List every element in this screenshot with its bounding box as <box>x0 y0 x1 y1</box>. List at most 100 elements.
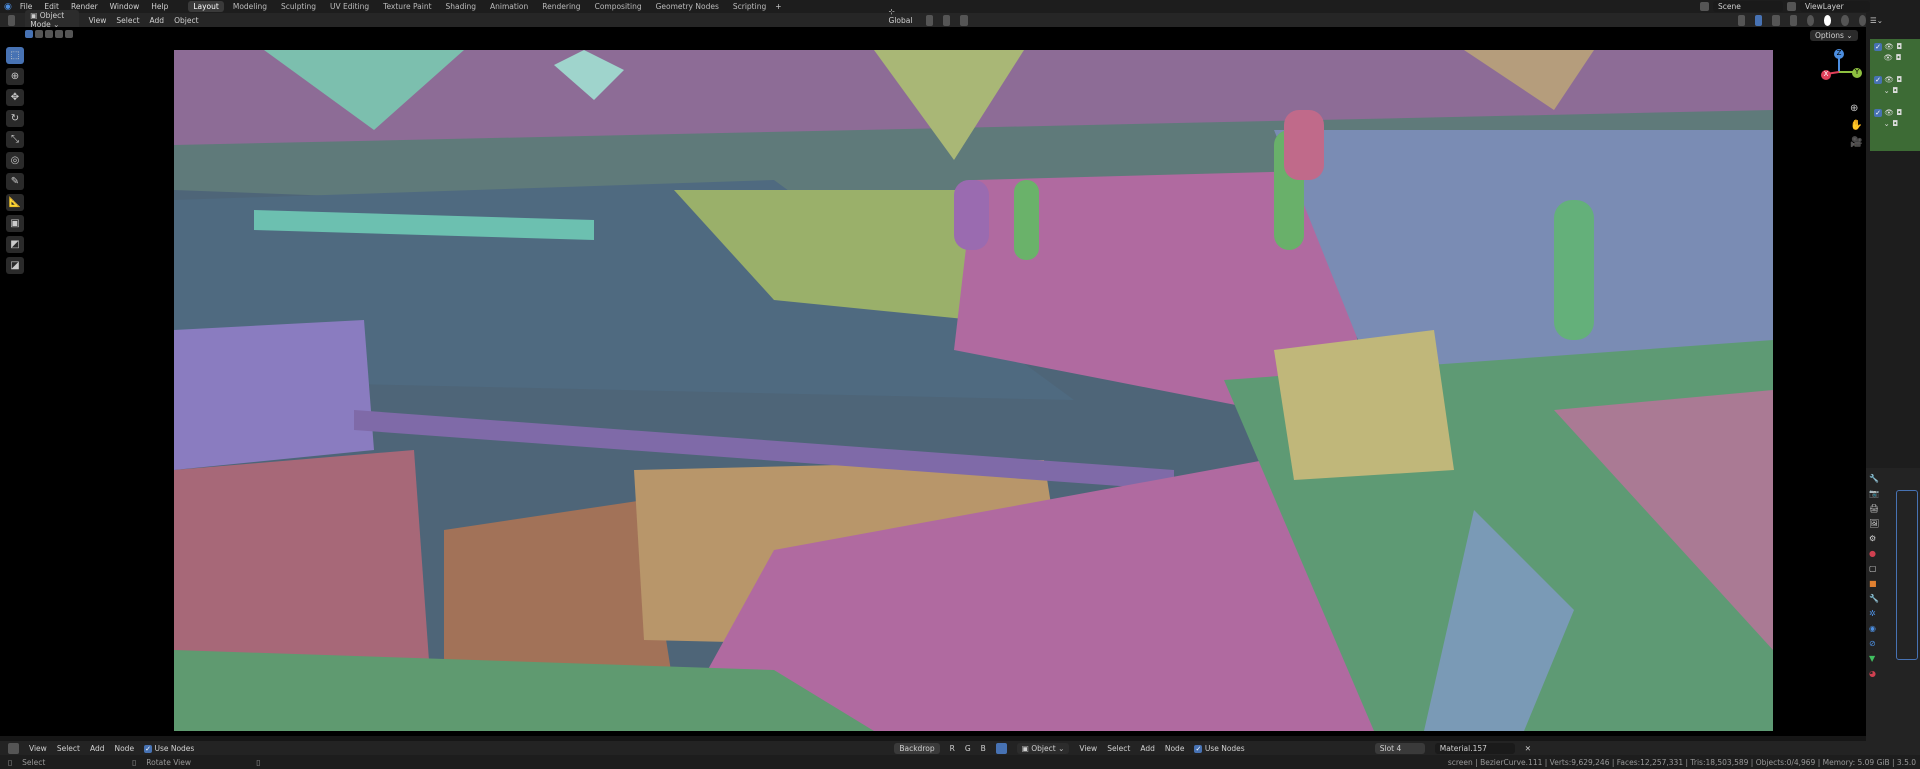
use-nodes-checkbox-2[interactable]: ✓ Use Nodes <box>1194 744 1245 753</box>
outliner-row[interactable]: ⌄ ◘ <box>1874 118 1916 129</box>
pivot-icon[interactable] <box>925 14 934 26</box>
rotate-tool[interactable]: ↻ <box>6 110 24 127</box>
camera-icon[interactable]: 🎥 <box>1850 134 1862 151</box>
tab-texture-paint[interactable]: Texture Paint <box>378 1 436 12</box>
tab-scripting[interactable]: Scripting <box>728 1 771 12</box>
gizmo-toggle-icon[interactable] <box>1754 14 1763 26</box>
tab-uv-editing[interactable]: UV Editing <box>325 1 374 12</box>
menu-add[interactable]: Add <box>150 16 165 25</box>
menu-node-2[interactable]: Node <box>1165 744 1185 753</box>
modifier-props-icon[interactable]: 🔧 <box>1869 594 1879 603</box>
tab-geometry-nodes[interactable]: Geometry Nodes <box>651 1 724 12</box>
outliner-row[interactable]: ⌄ ◘ <box>1874 85 1916 96</box>
modifier-panel[interactable] <box>1896 490 1918 660</box>
shading-solid-icon[interactable] <box>1824 14 1832 26</box>
outliner-row[interactable]: ✓ 👁 ◘ <box>1874 74 1916 85</box>
menu-view-2[interactable]: View <box>1079 744 1097 753</box>
backdrop-button[interactable]: Backdrop <box>894 742 940 754</box>
menu-node[interactable]: Node <box>114 744 134 753</box>
shear-tool[interactable]: ◩ <box>6 236 24 253</box>
output-props-icon[interactable]: 🖨 <box>1869 504 1879 513</box>
overlay-icon[interactable] <box>995 742 1007 754</box>
menu-object[interactable]: Object <box>174 16 198 25</box>
outliner-row[interactable]: 👁 ◘ <box>1874 52 1916 63</box>
menu-add[interactable]: Add <box>90 744 105 753</box>
select-invert-icon[interactable] <box>55 30 63 38</box>
channel-b[interactable]: B <box>981 744 986 753</box>
tab-modeling[interactable]: Modeling <box>228 1 272 12</box>
scene-field[interactable]: Scene <box>1713 1 1783 12</box>
tab-rendering[interactable]: Rendering <box>537 1 585 12</box>
outliner-row[interactable]: ✓ 👁 ◘ <box>1874 107 1916 118</box>
select-subtract-icon[interactable] <box>45 30 53 38</box>
snap-icon[interactable] <box>943 14 951 26</box>
cursor-tool[interactable]: ⊕ <box>6 68 24 85</box>
navigation-gizmo[interactable]: Z Y X <box>1814 47 1864 97</box>
gizmo-x-axis[interactable]: X <box>1821 70 1831 80</box>
options-dropdown[interactable]: Options ⌄ <box>1810 30 1858 41</box>
xray-icon[interactable] <box>1789 14 1797 26</box>
gizmo-y-axis[interactable]: Y <box>1852 68 1862 78</box>
menu-window[interactable]: Window <box>106 2 144 11</box>
annotate-tool[interactable]: ✎ <box>6 173 24 190</box>
select-extend-icon[interactable] <box>35 30 43 38</box>
scene-props-icon[interactable]: ⚙ <box>1869 534 1879 543</box>
channel-g[interactable]: G <box>965 744 971 753</box>
menu-select-2[interactable]: Select <box>1107 744 1130 753</box>
view-layer-field[interactable]: ViewLayer <box>1800 1 1870 12</box>
select-new-icon[interactable] <box>25 30 33 38</box>
scale-tool[interactable]: ⤡ <box>6 131 24 148</box>
world-props-icon[interactable]: ● <box>1869 549 1879 558</box>
menu-view[interactable]: View <box>29 744 47 753</box>
shading-rendered-icon[interactable] <box>1858 14 1866 26</box>
tab-compositing[interactable]: Compositing <box>590 1 647 12</box>
select-intersect-icon[interactable] <box>65 30 73 38</box>
blender-logo-icon[interactable]: ◉ <box>4 2 12 12</box>
tab-shading[interactable]: Shading <box>441 1 481 12</box>
render-props-icon[interactable]: 📷 <box>1869 489 1879 498</box>
editor-type-icon[interactable] <box>8 14 16 26</box>
physics-props-icon[interactable]: ◉ <box>1869 624 1879 633</box>
outliner-row[interactable]: ✓ 👁 ◘ <box>1874 41 1916 52</box>
gizmo-z-axis[interactable]: Z <box>1834 49 1844 59</box>
scene-icon <box>1700 2 1709 11</box>
overlay-icon[interactable] <box>1772 14 1780 26</box>
channel-r[interactable]: R <box>950 744 955 753</box>
tool-props-icon[interactable]: 🔧 <box>1869 474 1879 483</box>
menu-view[interactable]: View <box>89 16 107 25</box>
menu-help[interactable]: Help <box>147 2 172 11</box>
object-dropdown[interactable]: ▣ Object ⌄ <box>1016 742 1070 754</box>
visibility-icon[interactable] <box>1737 14 1745 26</box>
material-field[interactable]: Material.157 <box>1434 742 1515 754</box>
tab-animation[interactable]: Animation <box>485 1 533 12</box>
constraints-props-icon[interactable]: ⊘ <box>1869 639 1879 648</box>
measure-tool[interactable]: 📐 <box>6 194 24 211</box>
tab-sculpting[interactable]: Sculpting <box>276 1 321 12</box>
shading-material-icon[interactable] <box>1841 14 1849 26</box>
view-layer-props-icon[interactable]: 🖼 <box>1869 519 1879 528</box>
use-nodes-checkbox[interactable]: ✓ Use Nodes <box>144 744 194 753</box>
tab-layout[interactable]: Layout <box>188 1 224 12</box>
menu-add-2[interactable]: Add <box>1140 744 1155 753</box>
add-cube-tool[interactable]: ▣ <box>6 215 24 232</box>
shading-wire-icon[interactable] <box>1806 14 1815 26</box>
editor-type-icon[interactable] <box>8 742 19 754</box>
zoom-icon[interactable]: ⊕ <box>1850 100 1862 117</box>
slot-dropdown[interactable]: Slot 4 <box>1374 742 1425 754</box>
object-props-icon[interactable]: ■ <box>1869 579 1879 588</box>
particles-props-icon[interactable]: ✲ <box>1869 609 1879 618</box>
data-props-icon[interactable]: ▼ <box>1869 654 1879 663</box>
proportional-edit-icon[interactable] <box>960 14 968 26</box>
menu-select[interactable]: Select <box>57 744 80 753</box>
collection-props-icon[interactable]: ▢ <box>1869 564 1879 573</box>
select-box-tool[interactable]: ⬚ <box>6 47 24 64</box>
pan-hand-icon[interactable]: ✋ <box>1850 117 1862 134</box>
material-props-icon[interactable]: ◕ <box>1869 669 1879 678</box>
close-icon[interactable]: ✕ <box>1525 744 1531 753</box>
add-workspace-icon[interactable]: + <box>775 2 781 11</box>
menu-select[interactable]: Select <box>116 16 139 25</box>
outliner-filter-icon[interactable]: ☰⌄ <box>1870 16 1883 25</box>
extra-tool[interactable]: ◪ <box>6 257 24 274</box>
move-tool[interactable]: ✥ <box>6 89 24 106</box>
transform-tool[interactable]: ◎ <box>6 152 24 169</box>
